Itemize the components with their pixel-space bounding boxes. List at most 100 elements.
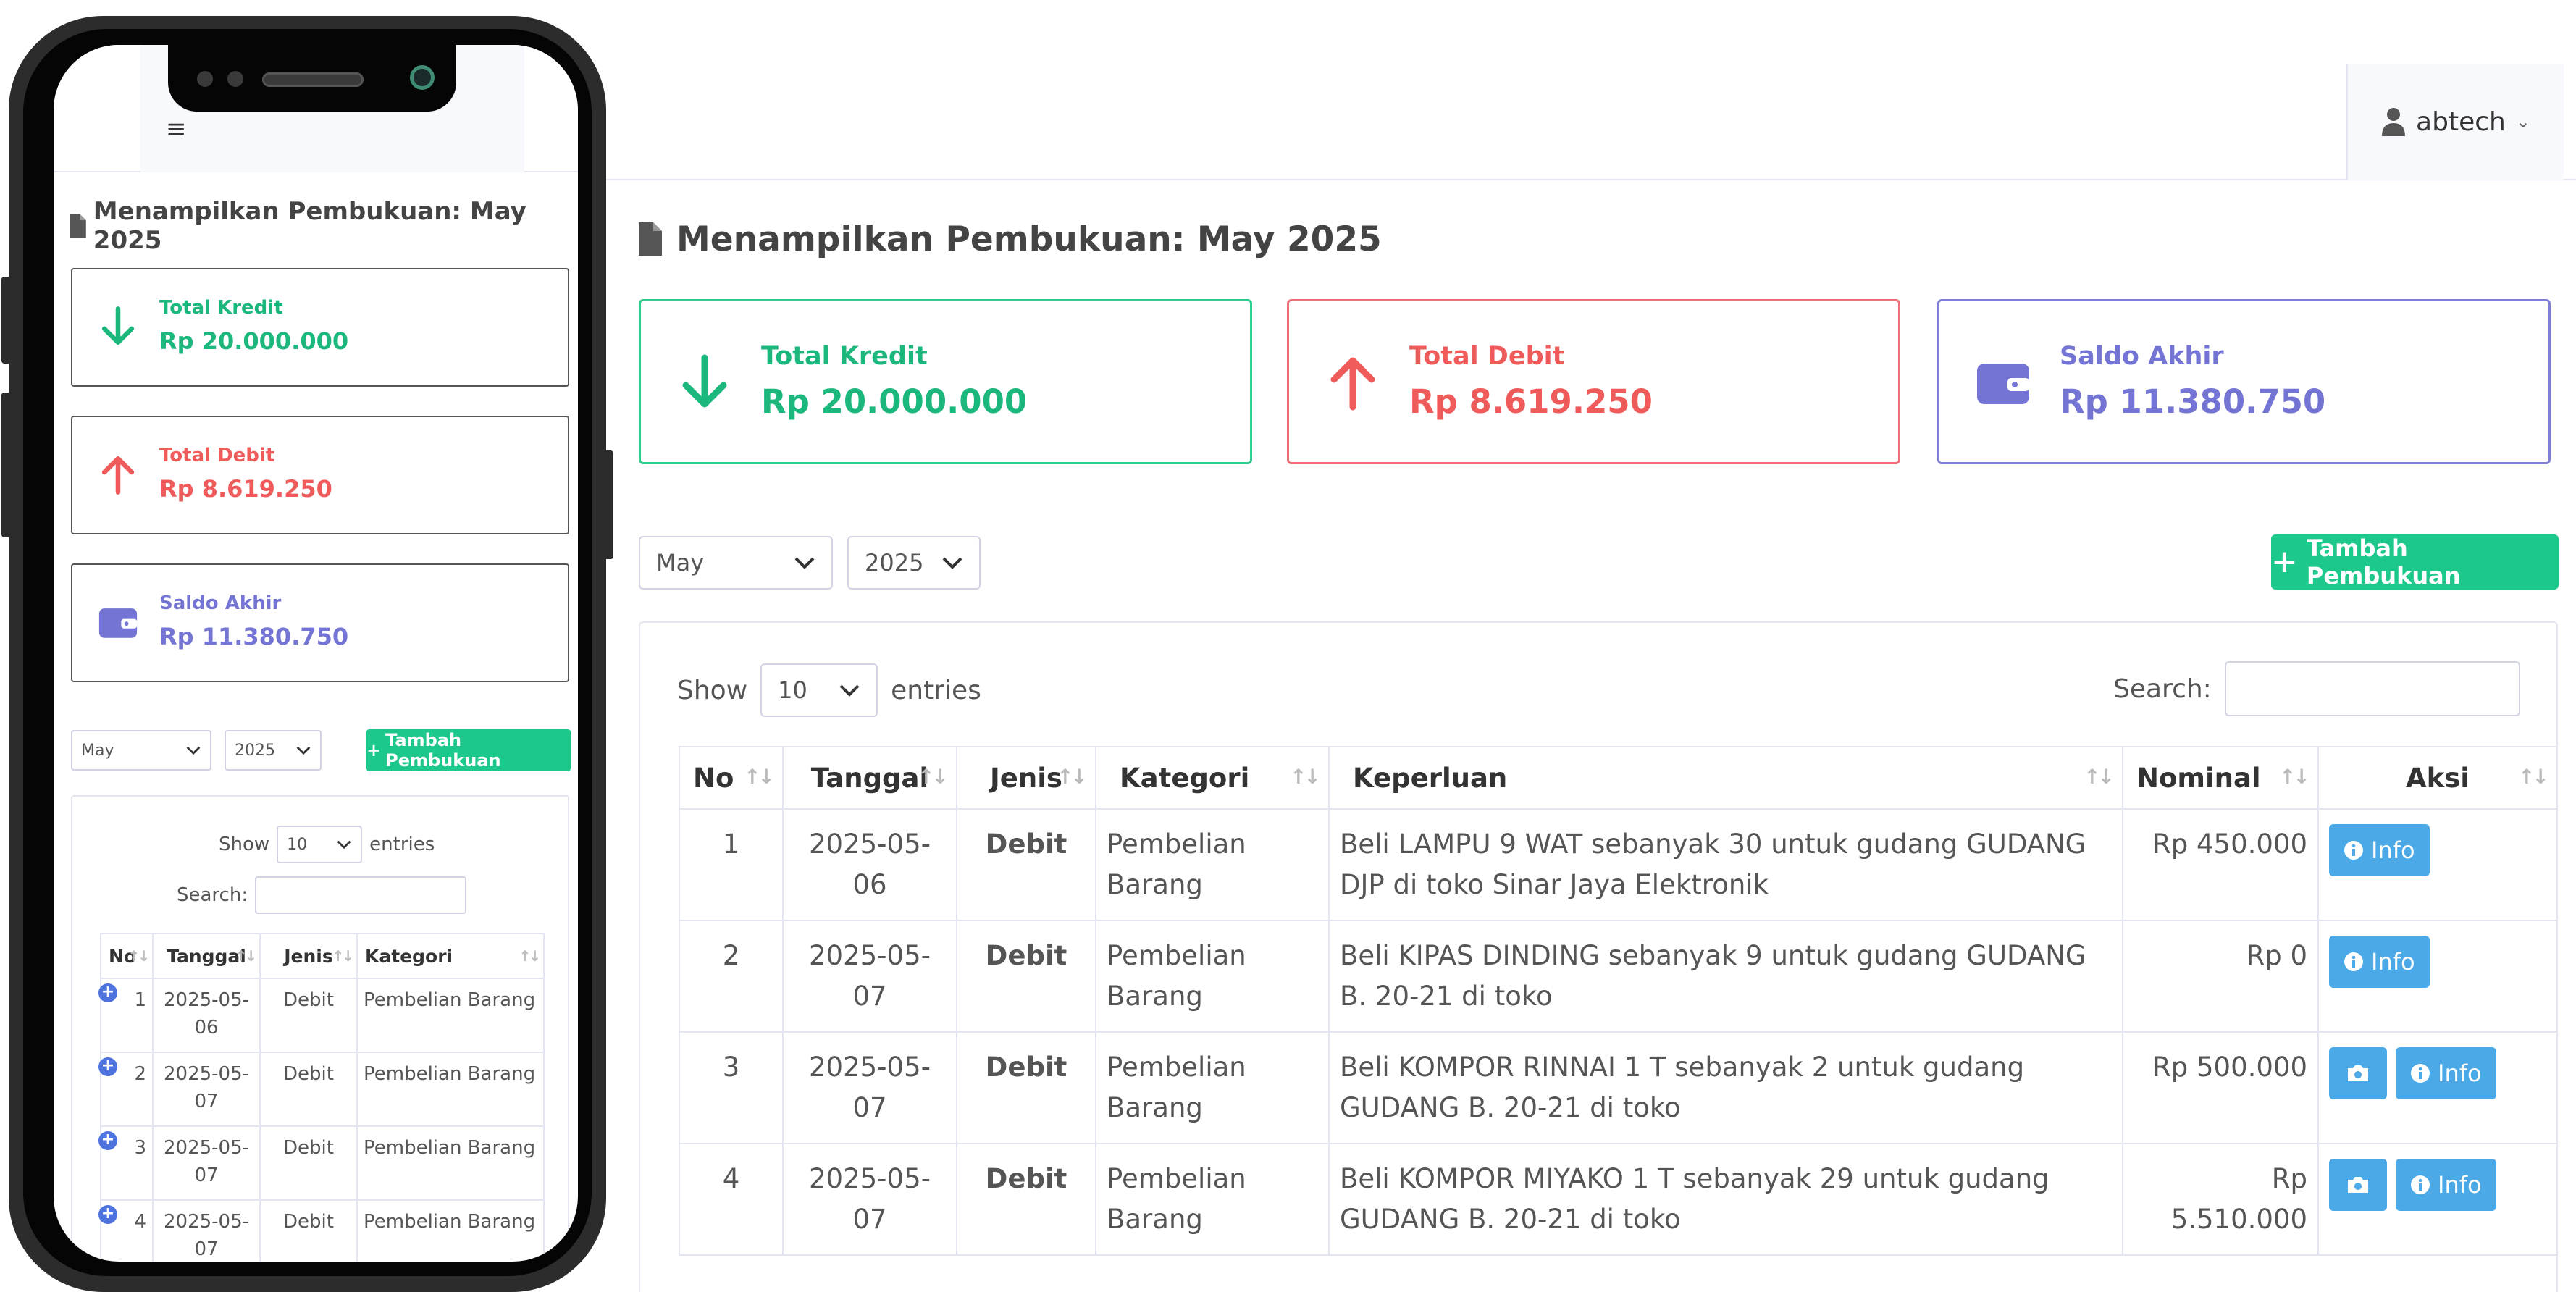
expand-row-icon[interactable]: + xyxy=(98,983,117,1002)
phone-power-button xyxy=(603,450,613,559)
sensor-icon xyxy=(197,71,213,87)
arrow-up-icon xyxy=(1330,357,1375,411)
arrow-up-icon xyxy=(101,456,135,495)
sort-icon: ↑↓ xyxy=(1057,765,1088,789)
info-button[interactable]: Info xyxy=(2396,1047,2496,1099)
year-select[interactable]: 2025 xyxy=(225,730,322,771)
phone-notch xyxy=(168,45,456,112)
search-input[interactable] xyxy=(255,876,467,914)
total-debit-card: Total Debit Rp 8.619.250 xyxy=(71,416,569,534)
front-camera-icon xyxy=(410,65,435,90)
col-keperluan[interactable]: Keperluan ↑↓ xyxy=(1328,746,2123,810)
col-aksi[interactable]: Aksi ↑↓ xyxy=(2317,746,2558,810)
col-jenis[interactable]: Jenis ↑↓ xyxy=(259,933,358,979)
col-tanggal[interactable]: Tanggal ↑↓ xyxy=(152,933,261,979)
chevron-down-icon xyxy=(296,746,311,755)
table-row: 3 2025-05-07 Debit Pembelian Barang Beli… xyxy=(679,1031,2558,1144)
tambah-pembukuan-button[interactable]: + Tambah Pembukuan xyxy=(2271,534,2559,590)
sort-icon: ↑↓ xyxy=(744,765,775,789)
year-select[interactable]: 2025 xyxy=(847,536,981,590)
pembukuan-table: No ↑↓ Tanggal ↑↓ Jenis ↑↓ Kategori ↑↓ Keperl… xyxy=(679,746,2558,1256)
sort-icon: ↑↓ xyxy=(2084,765,2115,789)
sensor-icon xyxy=(227,71,243,87)
saldo-akhir-card: Saldo Akhir Rp 11.380.750 xyxy=(1937,299,2551,464)
wallet-icon xyxy=(1977,364,2029,404)
sort-icon: ↑↓ xyxy=(235,947,256,965)
user-name: abtech xyxy=(2416,106,2506,137)
table-header: No ↑↓ Tanggal ↑↓ Jenis ↑↓ Kategori ↑↓ Keperl… xyxy=(679,746,2558,810)
expand-row-icon[interactable]: + xyxy=(98,1205,117,1224)
wallet-icon xyxy=(98,608,138,638)
table-row: +3 2025-05-07 Debit Pembelian Barang xyxy=(98,1125,545,1201)
col-jenis[interactable]: Jenis ↑↓ xyxy=(956,746,1096,810)
sort-icon: ↑↓ xyxy=(127,947,149,965)
total-debit-card: Total Debit Rp 8.619.250 xyxy=(1287,299,1900,464)
table-row: 1 2025-05-06 Debit Pembelian Barang Beli… xyxy=(679,808,2558,921)
col-no[interactable]: No ↑↓ xyxy=(679,746,784,810)
table-row: +4 2025-05-07 Debit Pembelian Barang xyxy=(98,1199,545,1262)
col-kategori[interactable]: Kategori ↑↓ xyxy=(1095,746,1330,810)
phone-screen: ≡ Menampilkan Pembukuan: May 2025 Total … xyxy=(54,45,578,1262)
table-header: No ↑↓ Tanggal ↑↓ Jenis ↑↓ Kategori ↑↓ xyxy=(100,933,545,979)
page-title: Menampilkan Pembukuan: May 2025 xyxy=(639,217,1382,261)
card-value: Rp 11.380.750 xyxy=(2060,382,2326,421)
photo-button[interactable] xyxy=(2329,1047,2387,1099)
plus-icon: + xyxy=(366,740,382,760)
table-row: +2 2025-05-07 Debit Pembelian Barang xyxy=(98,1052,545,1127)
card-label: Total Debit xyxy=(1409,342,1565,371)
table-row: +1 2025-05-06 Debit Pembelian Barang xyxy=(98,978,545,1053)
phone-frame: ≡ Menampilkan Pembukuan: May 2025 Total … xyxy=(1,16,613,1292)
phone-volume-button xyxy=(1,393,12,537)
card-label: Saldo Akhir xyxy=(2060,342,2224,371)
entries-length: Show 10 entries xyxy=(677,663,981,717)
entries-select[interactable]: 10 xyxy=(760,663,878,717)
chevron-down-icon xyxy=(839,684,860,697)
sort-icon: ↑↓ xyxy=(2279,765,2310,789)
card-value: Rp 8.619.250 xyxy=(1409,382,1653,421)
card-label: Total Kredit xyxy=(761,342,928,371)
table-search: Search: xyxy=(177,876,467,914)
pembukuan-table: No ↑↓ Tanggal ↑↓ Jenis ↑↓ Kategori ↑↓ +1 202… xyxy=(98,933,545,1262)
chevron-down-icon xyxy=(186,746,201,755)
camera-icon xyxy=(2348,1065,2368,1081)
sort-icon: ↑↓ xyxy=(519,947,540,965)
info-button[interactable]: Info xyxy=(2329,936,2430,988)
tambah-pembukuan-button[interactable]: + Tambah Pembukuan xyxy=(366,729,571,771)
chevron-down-icon: ⌄ xyxy=(2515,112,2530,132)
arrow-down-icon xyxy=(101,306,135,345)
expand-row-icon[interactable]: + xyxy=(98,1131,117,1150)
info-button[interactable]: Info xyxy=(2329,824,2430,876)
sort-icon: ↑↓ xyxy=(332,947,353,965)
sort-icon: ↑↓ xyxy=(1290,765,1321,789)
card-value: Rp 20.000.000 xyxy=(761,382,1028,421)
user-icon xyxy=(2382,108,2406,136)
file-icon xyxy=(639,222,662,256)
camera-icon xyxy=(2348,1177,2368,1193)
col-tanggal[interactable]: Tanggal ↑↓ xyxy=(782,746,957,810)
plus-icon: + xyxy=(2271,543,2298,580)
file-icon xyxy=(70,214,86,238)
total-kredit-card: Total Kredit Rp 20.000.000 xyxy=(71,268,569,387)
col-kategori[interactable]: Kategori ↑↓ xyxy=(356,933,545,979)
chevron-down-icon xyxy=(794,557,815,569)
info-button[interactable]: Info xyxy=(2396,1159,2496,1211)
phone-volume-button xyxy=(1,277,12,364)
table-row: 2 2025-05-07 Debit Pembelian Barang Beli… xyxy=(679,920,2558,1033)
sort-icon: ↑↓ xyxy=(2518,765,2549,789)
expand-row-icon[interactable]: + xyxy=(98,1057,117,1076)
month-select[interactable]: May xyxy=(71,730,211,771)
col-no[interactable]: No ↑↓ xyxy=(100,933,154,979)
entries-select[interactable]: 10 xyxy=(277,826,363,863)
arrow-down-icon xyxy=(682,354,727,408)
info-circle-icon xyxy=(2344,841,2363,860)
table-search: Search: xyxy=(2113,661,2520,716)
topbar: abtech ⌄ xyxy=(601,0,2576,180)
speaker-icon xyxy=(262,72,364,87)
user-menu[interactable]: abtech ⌄ xyxy=(2346,64,2564,180)
month-select[interactable]: May xyxy=(639,536,833,590)
search-input[interactable] xyxy=(2224,661,2520,716)
hamburger-icon[interactable]: ≡ xyxy=(166,114,187,143)
col-nominal[interactable]: Nominal ↑↓ xyxy=(2122,746,2319,810)
photo-button[interactable] xyxy=(2329,1159,2387,1211)
table-row: 4 2025-05-07 Debit Pembelian Barang Beli… xyxy=(679,1143,2558,1256)
